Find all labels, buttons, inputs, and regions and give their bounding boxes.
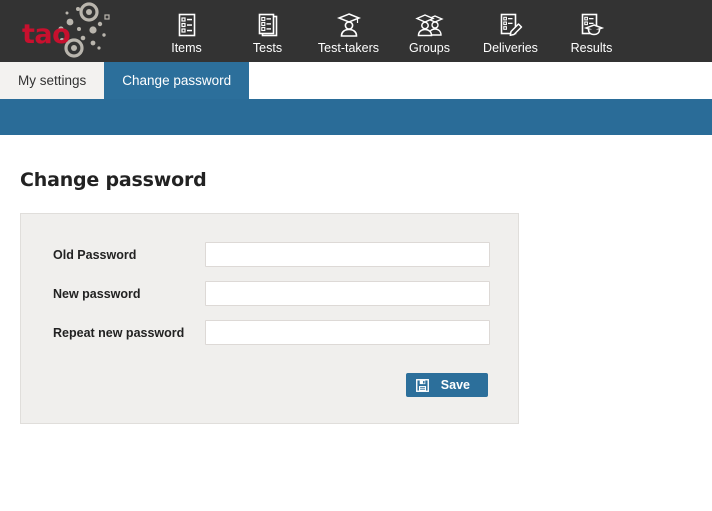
nav-item-groups[interactable]: Groups <box>389 8 470 55</box>
tab-label: My settings <box>18 73 86 88</box>
groups-people-icon <box>389 12 470 38</box>
nav-item-label: Results <box>551 41 632 55</box>
floppy-disk-save-icon <box>416 379 429 392</box>
tab-change-password[interactable]: Change password <box>104 62 249 99</box>
main-content: Change password Old Password New passwor… <box>0 135 712 424</box>
nav-item-items[interactable]: Items <box>146 8 227 55</box>
tab-my-settings[interactable]: My settings <box>0 62 104 99</box>
nav-item-label: Groups <box>389 41 470 55</box>
old-password-label: Old Password <box>53 248 205 262</box>
form-row-old-password: Old Password <box>21 242 518 267</box>
change-password-form: Old Password New password Repeat new pas… <box>20 213 519 424</box>
items-list-document-icon <box>146 12 227 38</box>
repeat-new-password-input[interactable] <box>205 320 490 345</box>
deliveries-document-pencil-icon <box>470 12 551 38</box>
new-password-input[interactable] <box>205 281 490 306</box>
page-title: Change password <box>20 135 692 191</box>
logo-text: tao <box>22 21 70 48</box>
nav-item-test-takers[interactable]: Test-takers <box>308 8 389 55</box>
test-taker-person-graduate-icon <box>308 12 389 38</box>
nav-item-results[interactable]: Results <box>551 8 632 55</box>
form-actions: Save <box>21 373 518 397</box>
nav-item-tests[interactable]: Tests <box>227 8 308 55</box>
nav-item-deliveries[interactable]: Deliveries <box>470 8 551 55</box>
form-row-new-password: New password <box>21 281 518 306</box>
old-password-input[interactable] <box>205 242 490 267</box>
save-button-label: Save <box>441 378 470 392</box>
repeat-new-password-label: Repeat new password <box>53 326 205 340</box>
nav-item-label: Deliveries <box>470 41 551 55</box>
nav-item-label: Items <box>146 41 227 55</box>
results-document-graduate-icon <box>551 12 632 38</box>
tests-stacked-document-icon <box>227 12 308 38</box>
form-row-repeat-new-password: Repeat new password <box>21 320 518 345</box>
main-menu: Items Tests <box>146 0 632 62</box>
save-button[interactable]: Save <box>406 373 488 397</box>
tao-logo[interactable]: tao <box>0 0 110 62</box>
action-toolbar <box>0 99 712 135</box>
tab-label: Change password <box>122 73 231 88</box>
top-navigation-bar: tao <box>0 0 712 62</box>
new-password-label: New password <box>53 287 205 301</box>
nav-item-label: Test-takers <box>308 41 389 55</box>
settings-tab-bar: My settings Change password <box>0 62 712 99</box>
nav-item-label: Tests <box>227 41 308 55</box>
